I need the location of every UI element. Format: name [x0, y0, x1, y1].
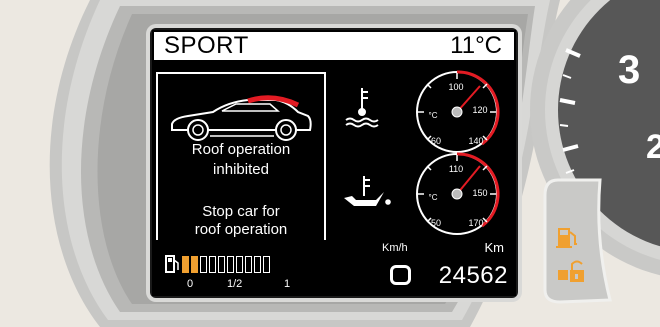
low-fuel-icon — [556, 228, 577, 248]
fuel-segment — [263, 256, 270, 273]
coolant-unit: °C — [429, 111, 438, 120]
odometer-unit: Km — [484, 240, 505, 255]
fuel-segment — [245, 256, 252, 273]
fuel-segment — [236, 256, 243, 273]
speed-unit: Km/h — [382, 242, 408, 254]
display-screen: SPORT 11°C Roof operation inhibited Stop… — [152, 30, 516, 296]
speed-readout — [390, 265, 411, 285]
fuel-segment — [191, 256, 198, 273]
fuel-segment — [182, 256, 189, 273]
roof-status-line1: Roof operation — [191, 141, 291, 158]
fuel-level-bar — [182, 256, 270, 273]
oil-unit: °C — [429, 193, 438, 202]
drive-mode-label: SPORT — [164, 32, 249, 59]
roof-status-line2: inhibited — [213, 161, 269, 178]
coolant-temperature-icon — [345, 88, 379, 128]
coolant-tick-100: 100 — [448, 82, 463, 92]
warning-lights-icons — [556, 228, 584, 282]
roof-warning-panel: Roof operation inhibited Stop car for ro… — [156, 72, 326, 242]
tach-digit-3: 3 — [618, 48, 641, 92]
fuel-segment — [227, 256, 234, 273]
oil-tick-110: 110 — [449, 164, 463, 174]
fuel-segment — [218, 256, 225, 273]
tach-digit-2: 2 — [646, 128, 660, 166]
oil-tick-50: 50 — [431, 218, 441, 228]
coolant-temperature-gauge: 100 120 140 60 °C — [416, 70, 500, 153]
odometer-value: 24562 — [438, 262, 508, 289]
outside-temperature: 11°C — [450, 32, 502, 59]
fuel-pump-icon — [165, 255, 179, 273]
fuel-segment — [209, 256, 216, 273]
roof-unlock-icon — [558, 260, 584, 282]
fuel-scale-full: 1 — [284, 278, 291, 290]
temperature-gauges: 100 120 140 60 °C 110 150 170 50 °C — [344, 70, 500, 235]
coolant-tick-60: 60 — [431, 136, 441, 146]
fuel-scale-half: 1/2 — [227, 278, 243, 290]
oil-temperature-gauge: 110 150 170 50 °C — [416, 152, 500, 235]
coolant-tick-140: 140 — [468, 136, 483, 146]
oil-tick-170: 170 — [468, 218, 483, 228]
fuel-scale-empty: 0 — [187, 278, 194, 290]
fuel-segment — [200, 256, 207, 273]
status-header: SPORT 11°C — [154, 32, 514, 60]
warning-lights — [544, 180, 600, 300]
bottom-info-strip: 0 1/2 1 Km/h Km 24562 — [152, 240, 516, 296]
roof-instruction-line1: Stop car for — [202, 203, 280, 220]
oil-tick-150: 150 — [472, 188, 487, 198]
fuel-segment — [254, 256, 261, 273]
coolant-tick-120: 120 — [472, 105, 487, 115]
roof-instruction-line2: roof operation — [194, 221, 288, 238]
oil-temperature-icon — [344, 176, 391, 206]
